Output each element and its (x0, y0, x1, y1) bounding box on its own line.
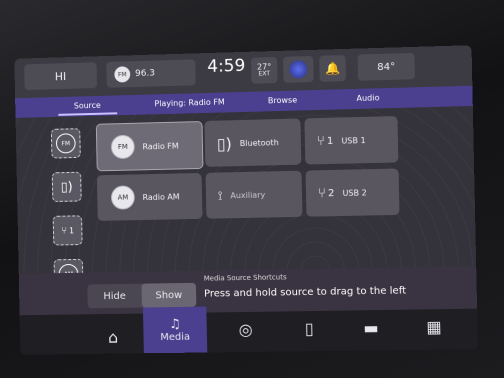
music-note-icon: ♫ (168, 316, 181, 333)
auxiliary-label: Auxiliary (230, 190, 266, 200)
apps-grid-icon[interactable]: ▦ (426, 317, 442, 336)
hide-button[interactable]: Hide (87, 284, 142, 309)
usb-icon: ⑂ (316, 133, 325, 149)
now-playing-label: Playing: Radio FM (154, 97, 225, 109)
tab-browse[interactable]: Browse (268, 96, 297, 106)
tab-audio[interactable]: Audio (356, 93, 379, 103)
nav-media-label: Media (160, 331, 191, 344)
usb1-label: USB 1 (341, 135, 366, 146)
hide-show-toggle: Hide Show (87, 282, 197, 309)
fm-shortcut-icon: FM (55, 133, 76, 154)
notifications-button[interactable]: 🔔 (319, 54, 346, 82)
home-icon[interactable]: ⌂ (108, 328, 118, 347)
usb2-number: 2 (327, 187, 335, 199)
profile-label: HI (54, 69, 67, 83)
nav-media[interactable]: ♫ Media (142, 306, 208, 354)
cabin-temp[interactable]: 84° (357, 52, 415, 81)
hint-title: Media Source Shortcuts (203, 273, 287, 283)
radio-am-label: Radio AM (142, 191, 180, 202)
infotainment-screen: HI FM 96.3 4:59 27° EXT 🔔 84° Source Pla… (14, 45, 478, 355)
vehicle-icon[interactable]: ▬ (363, 318, 379, 337)
voice-icon (289, 60, 308, 79)
radio-frequency: 96.3 (135, 68, 156, 80)
radio-fm-label: Radio FM (142, 141, 179, 151)
fm-badge-icon: FM (114, 66, 131, 83)
clock: 4:59 (207, 55, 246, 77)
exterior-temp: 27° EXT (250, 56, 278, 84)
source-radio-fm[interactable]: FM Radio FM (95, 121, 204, 172)
radio-station-button[interactable]: FM 96.3 (106, 59, 196, 88)
shortcut-hint-bar: Hide Show Media Source Shortcuts Press a… (18, 266, 478, 316)
bottom-nav: ⌂ ♫ Media ◎ ▯ ▬ ▦ (19, 306, 478, 355)
hint-message: Press and hold source to drag to the lef… (203, 285, 407, 300)
bell-icon: 🔔 (324, 61, 341, 76)
shortcut-bluetooth[interactable]: ▯) (51, 171, 82, 203)
usb1-number: 1 (326, 135, 334, 147)
aux-cable-icon: ⟟ (217, 187, 223, 203)
tab-source[interactable]: Source (74, 101, 101, 111)
source-radio-am[interactable]: AM Radio AM (96, 172, 203, 221)
usb-icon: ⑂ (61, 224, 68, 236)
bluetooth-label: Bluetooth (239, 137, 279, 148)
source-bluetooth[interactable]: ▯) Bluetooth (204, 118, 302, 167)
usb2-label: USB 2 (342, 187, 367, 198)
ext-temp-label: EXT (258, 70, 271, 78)
phone-icon[interactable]: ▯ (305, 319, 314, 338)
source-auxiliary[interactable]: ⟟ Auxiliary (205, 170, 303, 219)
shortcut-usb1-num: 1 (68, 225, 75, 235)
fm-icon: FM (110, 134, 135, 160)
source-usb1[interactable]: ⑂ 1 USB 1 (304, 116, 399, 165)
profile-button[interactable]: HI (24, 62, 98, 91)
bluetooth-speaker-icon: ▯) (60, 179, 73, 195)
am-icon: AM (110, 185, 135, 210)
usb-icon: ⑂ (317, 185, 327, 201)
bluetooth-speaker-icon: ▯) (216, 133, 233, 154)
shortcut-usb1[interactable]: ⑂ 1 (52, 215, 83, 246)
source-usb2[interactable]: ⑂ 2 USB 2 (305, 168, 400, 217)
show-button[interactable]: Show (141, 282, 197, 308)
navigation-icon[interactable]: ◎ (238, 320, 252, 339)
voice-assistant-button[interactable] (283, 55, 314, 83)
shortcut-fm[interactable]: FM (50, 128, 81, 159)
cabin-temp-value: 84° (377, 61, 396, 73)
